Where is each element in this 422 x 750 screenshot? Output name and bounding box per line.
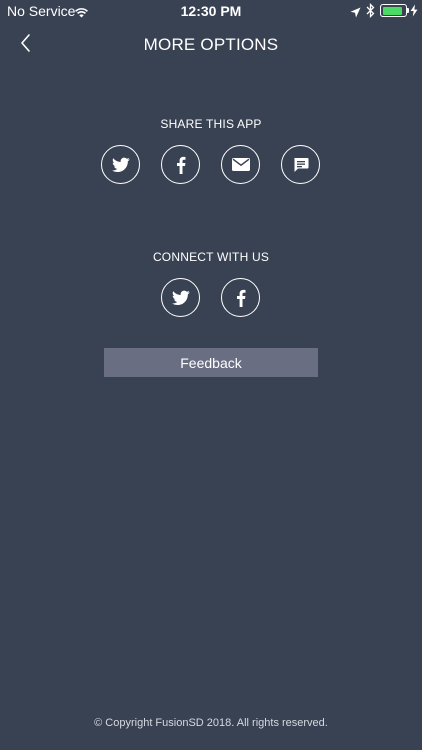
share-email-button[interactable] <box>221 145 260 184</box>
page-title: MORE OPTIONS <box>143 35 279 54</box>
charging-bolt-icon <box>410 4 418 22</box>
connect-facebook-button[interactable] <box>221 278 260 317</box>
twitter-icon <box>111 157 130 172</box>
facebook-icon <box>236 289 245 307</box>
share-message-button[interactable] <box>281 145 320 184</box>
share-facebook-button[interactable] <box>161 145 200 184</box>
share-section-label: SHARE THIS APP <box>160 117 262 131</box>
envelope-icon <box>231 158 250 171</box>
connect-section-label: CONNECT WITH US <box>152 250 270 264</box>
battery-tip <box>407 8 409 13</box>
battery-fill <box>382 6 402 15</box>
feedback-button[interactable]: Feedback <box>104 348 318 377</box>
copyright-text: © Copyright FusionSD 2018. All rights re… <box>94 717 328 729</box>
more-options-screen: No Service 12:30 PM MORE OPTIONS SHARE T… <box>0 0 422 750</box>
message-icon <box>293 157 308 172</box>
connect-twitter-button[interactable] <box>161 278 200 317</box>
status-bar: No Service 12:30 PM <box>0 0 422 22</box>
battery-icon <box>380 4 407 17</box>
bluetooth-icon <box>366 2 375 23</box>
twitter-icon <box>171 290 190 305</box>
location-arrow-icon <box>350 5 361 23</box>
facebook-icon <box>176 156 185 174</box>
share-twitter-button[interactable] <box>101 145 140 184</box>
